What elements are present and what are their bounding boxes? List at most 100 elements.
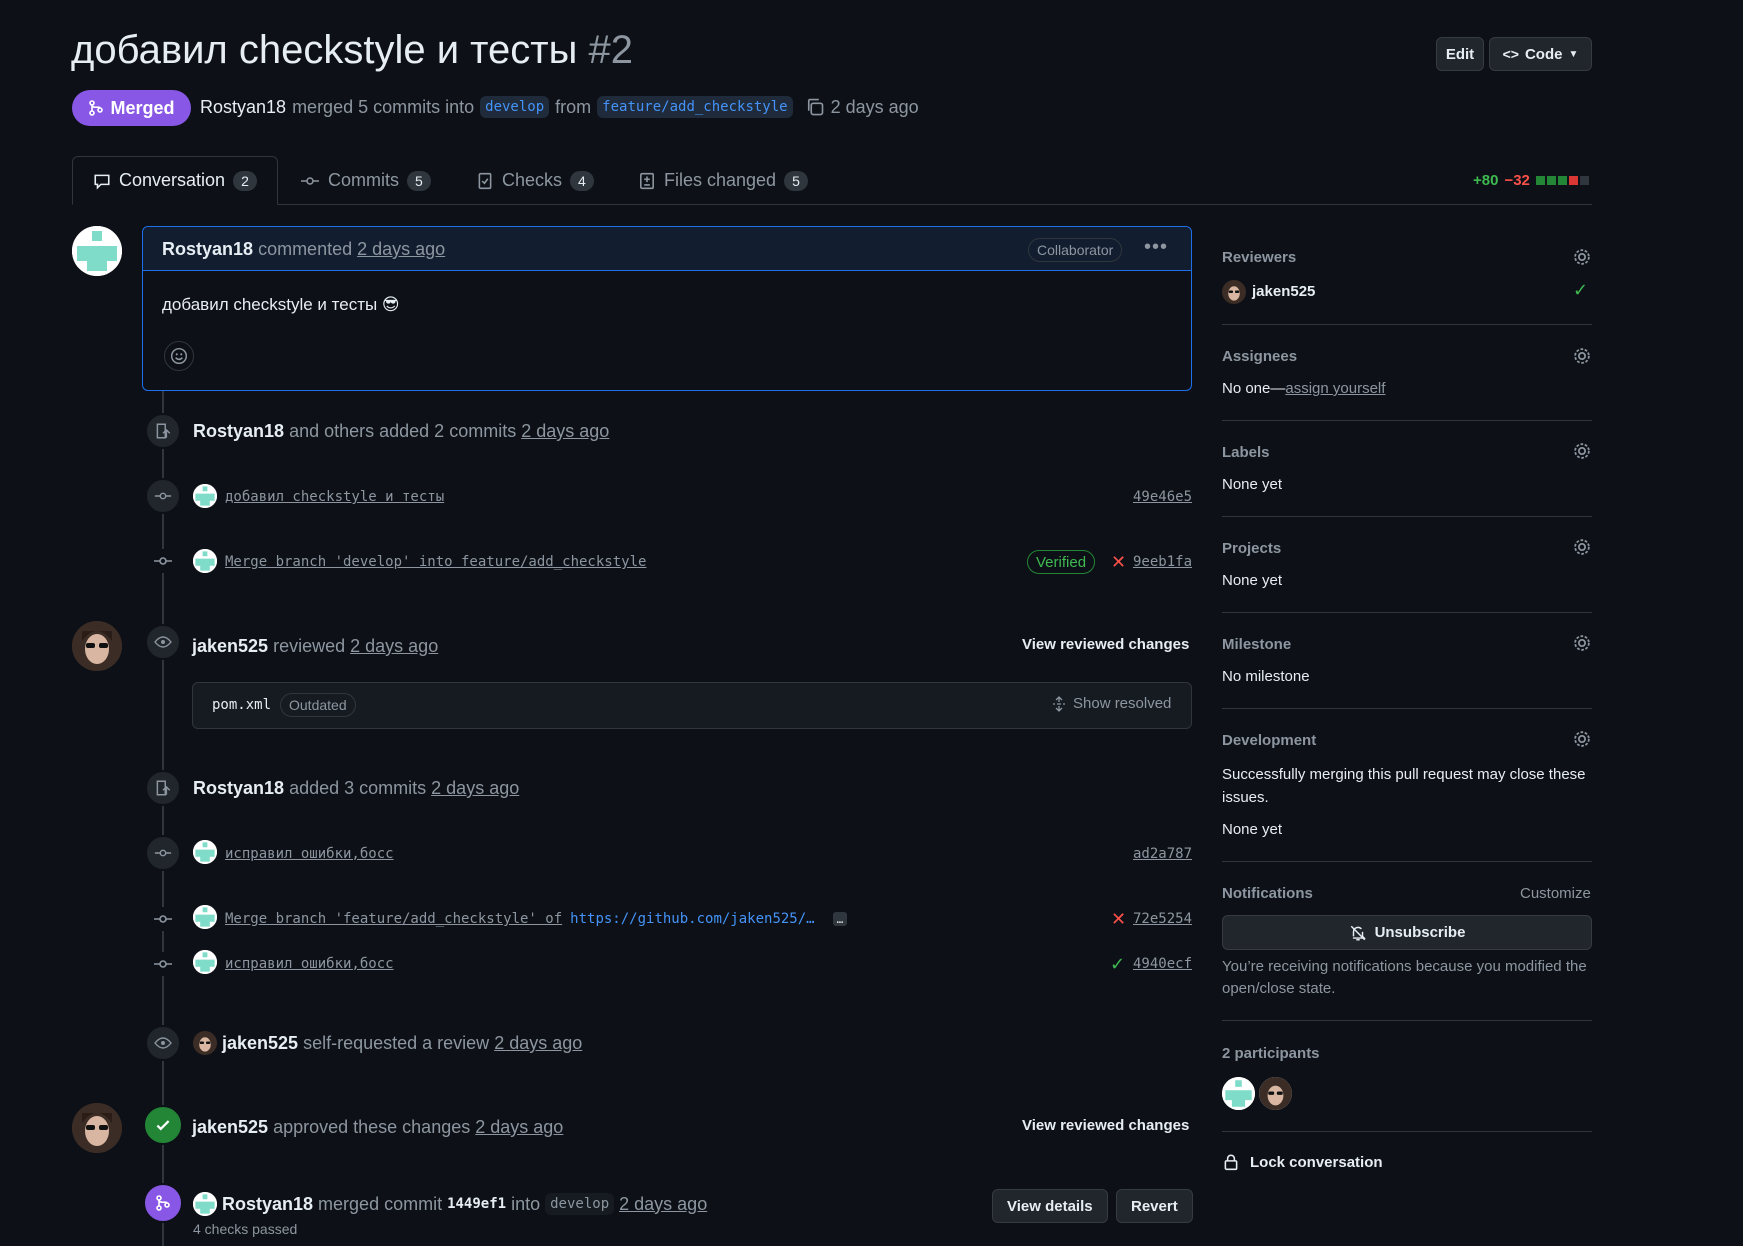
commit-sha[interactable]: 49e46e5: [1133, 489, 1192, 505]
tab-checks[interactable]: Checks 4: [476, 156, 594, 205]
additions-count: +80: [1473, 172, 1499, 189]
pr-time: 2 days ago: [830, 96, 919, 117]
edit-button[interactable]: Edit: [1436, 37, 1484, 71]
x-icon[interactable]: ✕: [1111, 909, 1126, 930]
commit-url-link[interactable]: https://github.com/jaken525/…: [570, 911, 814, 927]
avatar[interactable]: [72, 621, 122, 671]
reviewers-label[interactable]: Reviewers: [1222, 249, 1296, 266]
tab-conversation[interactable]: Conversation 2: [72, 156, 278, 205]
review-request-event: jaken525 self-requested a review 2 days …: [222, 1033, 582, 1054]
show-resolved-button[interactable]: Show resolved: [1051, 695, 1171, 712]
avatar[interactable]: [193, 549, 217, 573]
copy-icon[interactable]: [805, 97, 825, 117]
event-time[interactable]: 2 days ago: [494, 1033, 582, 1053]
no-one-text: No one—: [1222, 380, 1286, 397]
merge-author[interactable]: Rostyan18: [222, 1194, 313, 1215]
assign-yourself-link[interactable]: assign yourself: [1285, 380, 1385, 397]
check-icon[interactable]: ✓: [1110, 954, 1125, 975]
comment-author[interactable]: Rostyan18: [162, 239, 253, 259]
merge-time[interactable]: 2 days ago: [619, 1194, 707, 1215]
review-time[interactable]: 2 days ago: [350, 636, 438, 656]
x-icon[interactable]: ✕: [1111, 552, 1126, 573]
head-branch[interactable]: feature/add_checkstyle: [597, 96, 793, 118]
unsubscribe-button[interactable]: Unsubscribe: [1222, 915, 1592, 950]
gear-icon[interactable]: [1572, 729, 1592, 749]
avatar[interactable]: [193, 484, 217, 508]
event-author[interactable]: Rostyan18: [193, 778, 284, 798]
view-details-button[interactable]: View details: [992, 1189, 1108, 1223]
labels-label[interactable]: Labels: [1222, 444, 1270, 461]
merge-base-branch[interactable]: develop: [545, 1193, 615, 1215]
avatar[interactable]: [72, 226, 122, 276]
checks-passed[interactable]: 4 checks passed: [193, 1221, 297, 1237]
avatar[interactable]: [193, 1031, 217, 1055]
gear-icon[interactable]: [1572, 633, 1592, 653]
avatar[interactable]: [193, 1192, 217, 1216]
reviewer-name[interactable]: jaken525: [1252, 283, 1315, 300]
labels-value: None yet: [1222, 476, 1283, 493]
kebab-menu-icon[interactable]: •••: [1144, 236, 1168, 259]
lock-icon: [1224, 1154, 1238, 1171]
merge-commit-sha[interactable]: 1449ef1: [447, 1196, 506, 1212]
commit-sha[interactable]: 4940ecf: [1133, 956, 1192, 972]
view-reviewed-changes-link[interactable]: View reviewed changes: [1022, 636, 1189, 653]
projects-label[interactable]: Projects: [1222, 540, 1281, 557]
unsubscribe-label: Unsubscribe: [1374, 924, 1466, 941]
commit-message[interactable]: исправил ошибки,босс: [225, 956, 394, 972]
avatar[interactable]: [193, 840, 217, 864]
lock-conversation-label: Lock conversation: [1250, 1153, 1383, 1171]
gear-icon[interactable]: [1572, 537, 1592, 557]
code-button[interactable]: <> Code ▼: [1489, 37, 1592, 71]
sidebar-divider: [1222, 861, 1592, 862]
commit-message[interactable]: Merge branch 'feature/add_checkstyle' of: [225, 911, 562, 927]
base-branch[interactable]: develop: [480, 96, 550, 118]
commit-message[interactable]: добавил checkstyle и тесты: [225, 489, 444, 505]
event-time[interactable]: 2 days ago: [521, 421, 609, 441]
commit-sha[interactable]: 72e5254: [1133, 911, 1192, 927]
avatar[interactable]: [1222, 280, 1246, 304]
commit-node: [145, 478, 181, 514]
repo-push-icon: [145, 413, 181, 449]
review-time[interactable]: 2 days ago: [475, 1117, 563, 1137]
add-reaction-button[interactable]: [164, 341, 194, 371]
commit-sha[interactable]: 9eeb1fa: [1133, 554, 1192, 570]
gear-icon[interactable]: [1572, 247, 1592, 267]
commit-message[interactable]: Merge branch 'develop' into feature/add_…: [225, 554, 646, 570]
event-author[interactable]: jaken525: [222, 1033, 298, 1053]
gear-icon[interactable]: [1572, 441, 1592, 461]
tab-files-changed[interactable]: Files changed 5: [638, 156, 808, 205]
lock-conversation-button[interactable]: Lock conversation: [1222, 1153, 1383, 1171]
assignees-label[interactable]: Assignees: [1222, 348, 1297, 365]
pr-author-link[interactable]: Rostyan18: [200, 97, 286, 118]
avatar[interactable]: [193, 905, 217, 929]
event-time[interactable]: 2 days ago: [431, 778, 519, 798]
event-commits-added: Rostyan18 and others added 2 commits 2 d…: [193, 421, 609, 442]
avatar[interactable]: [72, 1103, 122, 1153]
view-reviewed-changes-link[interactable]: View reviewed changes: [1022, 1117, 1189, 1134]
participant-avatar[interactable]: [1222, 1077, 1255, 1110]
participant-avatar[interactable]: [1259, 1077, 1292, 1110]
sidebar-divider: [1222, 324, 1592, 325]
verified-badge[interactable]: Verified: [1027, 550, 1096, 574]
review-file-name[interactable]: pom.xml: [212, 697, 271, 713]
event-author[interactable]: Rostyan18: [193, 421, 284, 441]
development-label[interactable]: Development: [1222, 732, 1316, 749]
review-author[interactable]: jaken525: [192, 636, 268, 656]
comment-body: добавил checkstyle и тесты 😎: [162, 295, 400, 314]
sidebar-divider: [1222, 516, 1592, 517]
show-resolved-label: Show resolved: [1073, 695, 1172, 712]
commit-message[interactable]: исправил ошибки,босс: [225, 846, 394, 862]
avatar[interactable]: [193, 950, 217, 974]
expand-message-button[interactable]: …: [832, 912, 848, 926]
diffstat[interactable]: +80 −32: [1473, 172, 1589, 189]
gear-icon[interactable]: [1572, 346, 1592, 366]
eye-icon: [145, 1025, 181, 1061]
milestone-label[interactable]: Milestone: [1222, 636, 1291, 653]
tab-commits[interactable]: Commits 5: [300, 156, 431, 205]
comment-time[interactable]: 2 days ago: [357, 239, 445, 259]
revert-button[interactable]: Revert: [1116, 1189, 1193, 1223]
customize-link[interactable]: Customize: [1520, 885, 1591, 902]
commit-icon: [301, 176, 319, 185]
review-author[interactable]: jaken525: [192, 1117, 268, 1137]
commit-sha[interactable]: ad2a787: [1133, 846, 1192, 862]
